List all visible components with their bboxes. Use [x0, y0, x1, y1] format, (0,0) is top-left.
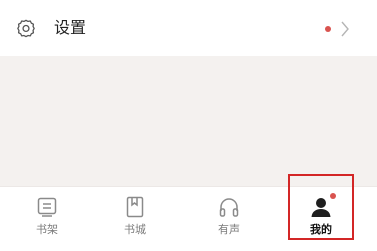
bookshelf-icon — [37, 197, 57, 217]
tab-label-audio: 有声 — [218, 223, 240, 236]
content-area — [0, 56, 377, 186]
bookstore-icon — [126, 196, 144, 218]
tab-audio[interactable]: 有声 — [182, 187, 276, 251]
tab-bookstore[interactable]: 书城 — [88, 187, 182, 251]
tab-label-bookstore: 书城 — [124, 223, 146, 236]
tab-label-bookshelf: 书架 — [36, 223, 58, 236]
highlight-box — [288, 174, 354, 240]
headphones-icon — [219, 198, 239, 217]
settings-label: 设置 — [54, 18, 87, 37]
chevron-right-icon — [341, 21, 349, 37]
notification-dot — [325, 26, 331, 32]
gear-icon — [17, 19, 35, 38]
tab-bookshelf[interactable]: 书架 — [0, 187, 94, 251]
settings-row[interactable]: 设置 — [0, 0, 377, 56]
